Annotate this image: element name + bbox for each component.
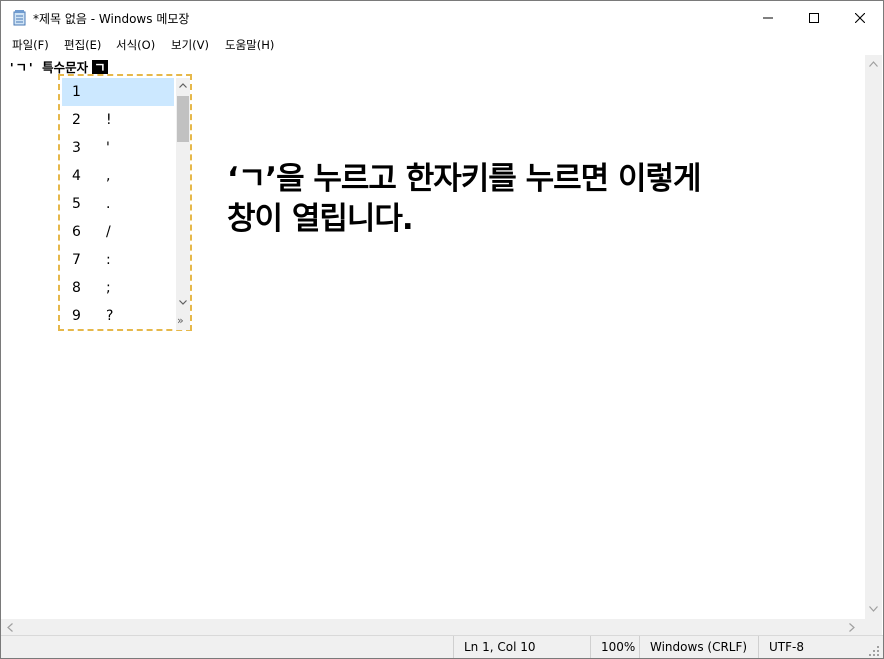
candidate-item[interactable]: 5. xyxy=(62,190,174,218)
candidate-number: 2 xyxy=(72,112,81,128)
candidate-scroll-down-icon[interactable] xyxy=(179,300,187,305)
annotation-line-1: ‘ㄱ’을 누르고 한자키를 누르면 이렇게 xyxy=(227,161,702,197)
candidate-char: ; xyxy=(106,280,111,296)
notepad-window: *제목 없음 - Windows 메모장 파일(F) 편집(E) 서식(O) 보… xyxy=(0,0,884,659)
status-line-ending: Windows (CRLF) xyxy=(639,636,758,658)
candidate-number: 1 xyxy=(72,84,81,100)
notepad-icon xyxy=(13,10,27,26)
status-bar: Ln 1, Col 10 100% Windows (CRLF) UTF-8 xyxy=(1,635,883,658)
vertical-scrollbar[interactable] xyxy=(865,55,882,619)
candidate-item[interactable]: 8; xyxy=(62,274,174,302)
menu-file[interactable]: 파일(F) xyxy=(12,37,49,53)
menu-edit[interactable]: 편집(E) xyxy=(64,37,101,53)
candidate-item[interactable]: 6/ xyxy=(62,218,174,246)
candidate-number: 3 xyxy=(72,140,81,156)
resize-grip-icon[interactable] xyxy=(869,646,879,656)
candidate-char: : xyxy=(106,252,111,268)
scroll-left-arrow-icon[interactable] xyxy=(7,623,13,632)
candidate-item[interactable]: 3 ' xyxy=(62,134,174,162)
candidate-number: 8 xyxy=(72,280,81,296)
close-button[interactable] xyxy=(837,1,883,35)
candidate-char: ' xyxy=(106,140,110,156)
candidate-char: ! xyxy=(106,112,112,128)
candidate-expand-icon[interactable]: » xyxy=(177,314,184,327)
menu-format[interactable]: 서식(O) xyxy=(116,37,155,53)
candidate-char: / xyxy=(106,224,111,240)
candidate-number: 5 xyxy=(72,196,81,212)
annotation-line-2: 창이 열립니다. xyxy=(227,201,414,237)
candidate-char: , xyxy=(106,168,111,184)
window-title: *제목 없음 - Windows 메모장 xyxy=(33,12,190,26)
candidate-number: 4 xyxy=(72,168,81,184)
horizontal-scrollbar[interactable] xyxy=(1,619,865,635)
candidate-item[interactable]: 7: xyxy=(62,246,174,274)
menu-view[interactable]: 보기(V) xyxy=(171,37,209,53)
scroll-up-arrow-icon[interactable] xyxy=(869,61,878,67)
candidate-item[interactable]: 9? xyxy=(62,302,174,330)
candidate-char: ? xyxy=(106,308,114,324)
scroll-right-arrow-icon[interactable] xyxy=(849,623,855,632)
candidate-item[interactable]: 1 xyxy=(62,78,174,106)
candidate-number: 7 xyxy=(72,252,81,268)
candidate-scrollbar[interactable] xyxy=(176,78,190,330)
scroll-corner xyxy=(865,619,882,635)
status-zoom: 100% xyxy=(590,636,639,658)
scroll-down-arrow-icon[interactable] xyxy=(869,606,878,612)
candidate-item[interactable]: 4, xyxy=(62,162,174,190)
status-position: Ln 1, Col 10 xyxy=(453,636,590,658)
candidate-scroll-thumb[interactable] xyxy=(177,96,189,142)
ime-candidate-window: 1 2! 3 ' 4, 5. 6/7:8; 9? » xyxy=(58,74,192,331)
candidate-item[interactable]: 2! xyxy=(62,106,174,134)
title-bar[interactable]: *제목 없음 - Windows 메모장 xyxy=(1,1,883,35)
menu-help[interactable]: 도움말(H) xyxy=(225,37,274,53)
menu-bar: 파일(F) 편집(E) 서식(O) 보기(V) 도움말(H) xyxy=(1,35,883,55)
editor-text: 'ㄱ' 특수문자 xyxy=(8,60,89,75)
candidate-number: 6 xyxy=(72,224,81,240)
minimize-button[interactable] xyxy=(745,1,791,35)
candidate-char: . xyxy=(106,196,111,212)
annotation-text: ‘ㄱ’을 누르고 한자키를 누르면 이렇게 창이 열립니다. xyxy=(227,159,827,239)
status-encoding: UTF-8 xyxy=(758,636,869,658)
maximize-button[interactable] xyxy=(791,1,837,35)
candidate-number: 9 xyxy=(72,308,81,324)
ime-composing-char: ㄱ xyxy=(92,60,108,75)
candidate-scroll-up-icon[interactable] xyxy=(179,83,187,88)
